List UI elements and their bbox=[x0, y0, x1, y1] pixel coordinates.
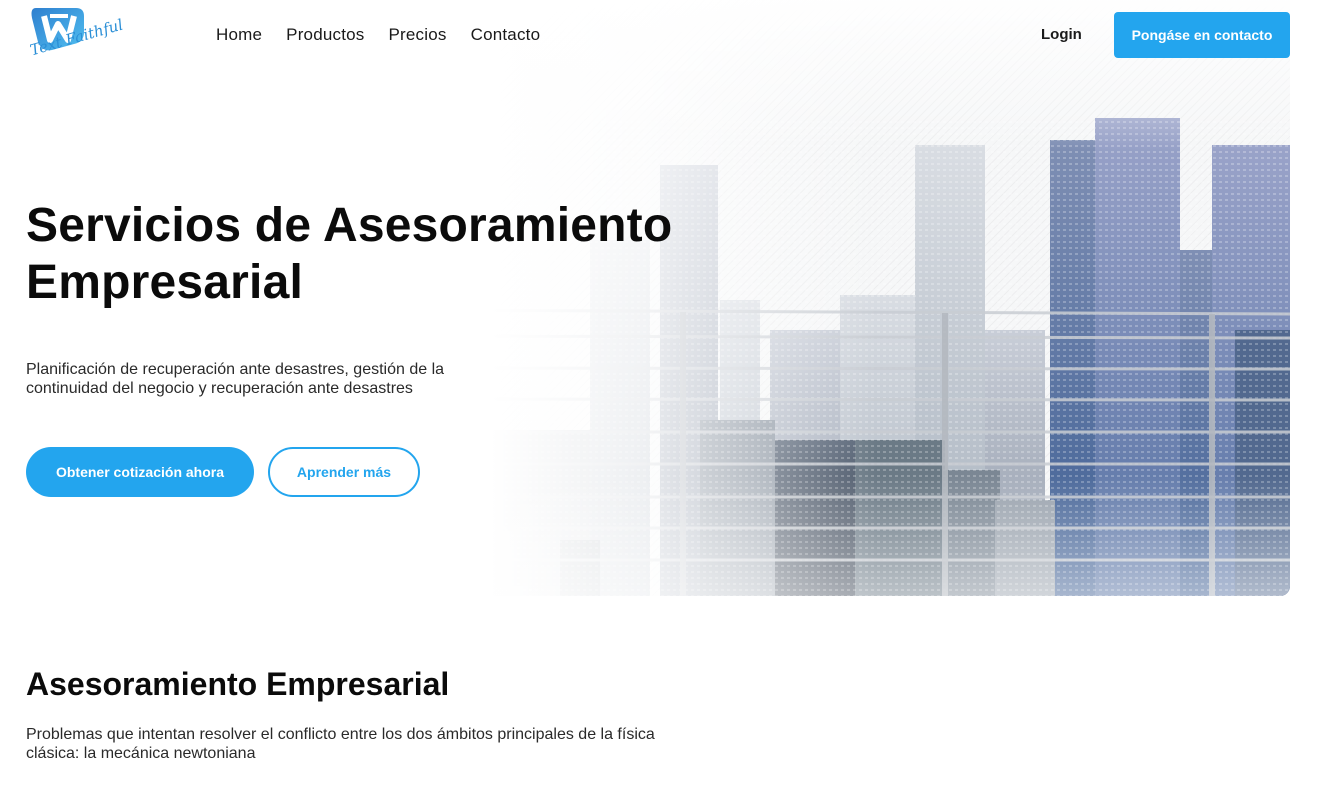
nav-item-productos[interactable]: Productos bbox=[286, 25, 364, 45]
learn-more-button[interactable]: Aprender más bbox=[268, 447, 420, 497]
hero-title-line1: Servicios de Asesoramiento bbox=[26, 199, 673, 252]
nav-item-precios[interactable]: Precios bbox=[389, 25, 447, 45]
nav-item-home[interactable]: Home bbox=[216, 25, 262, 45]
section-text: Problemas que intentan resolver el confl… bbox=[26, 726, 655, 762]
main-nav: Home Productos Precios Contacto bbox=[216, 25, 540, 45]
hero-title-line2: Empresarial bbox=[26, 256, 304, 309]
hero-fade-top bbox=[0, 0, 1290, 150]
logo[interactable]: Text Faithful bbox=[26, 2, 125, 72]
nav-item-contacto[interactable]: Contacto bbox=[471, 25, 541, 45]
login-link[interactable]: Login bbox=[1041, 26, 1082, 43]
get-quote-button[interactable]: Obtener cotización ahora bbox=[26, 447, 254, 497]
contact-button[interactable]: Pongáse en contacto bbox=[1114, 12, 1290, 58]
section-title: Asesoramiento Empresarial bbox=[26, 666, 450, 702]
hero-title: Servicios de Asesoramiento Empresarial bbox=[26, 197, 806, 311]
hero-subtitle: Planificación de recuperación ante desas… bbox=[26, 361, 445, 397]
